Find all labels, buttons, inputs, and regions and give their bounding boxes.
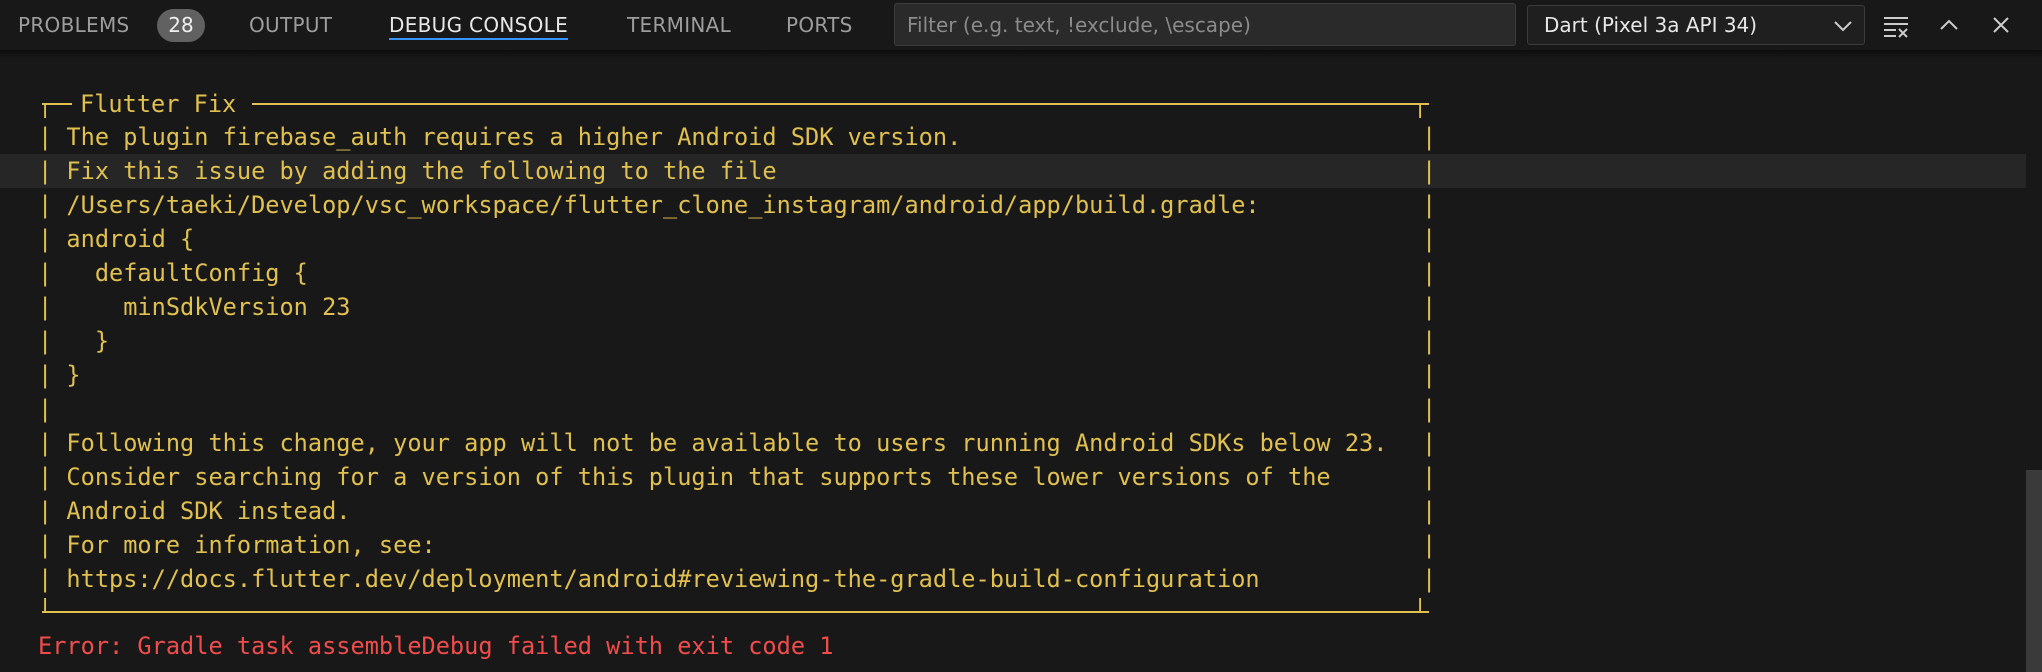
- box-corner-top-right: ┐: [1413, 90, 1428, 118]
- box-right-border: |: [1422, 327, 1437, 355]
- console-line-text: |: [38, 395, 53, 423]
- tab-problems[interactable]: PROBLEMS: [18, 0, 130, 50]
- debug-session-select[interactable]: Dart (Pixel 3a API 34): [1527, 5, 1865, 45]
- tab-debug-console[interactable]: DEBUG CONSOLE: [389, 0, 569, 50]
- console-line-text: | }: [38, 361, 81, 389]
- console-line: | https://docs.flutter.dev/deployment/an…: [0, 562, 2026, 596]
- console-line-text: | Fix this issue by adding the following…: [38, 157, 777, 185]
- box-right-border: |: [1422, 123, 1437, 151]
- console-line: | Following this change, your app will n…: [0, 426, 2026, 460]
- problems-count-badge: 28: [157, 9, 205, 42]
- box-right-border: |: [1422, 395, 1437, 423]
- box-corner-bottom-right: ┘: [1413, 598, 1428, 626]
- console-line-text: | Following this change, your app will n…: [38, 429, 1388, 457]
- console-line: | Consider searching for a version of th…: [0, 460, 2026, 494]
- console-line: | |: [0, 392, 2026, 426]
- console-line: | The plugin firebase_auth requires a hi…: [0, 120, 2026, 154]
- console-line-text: | The plugin firebase_auth requires a hi…: [38, 123, 962, 151]
- box-right-border: |: [1422, 293, 1437, 321]
- console-line: | minSdkVersion 23 |: [0, 290, 2026, 324]
- error-message: Error: Gradle task assembleDebug failed …: [38, 632, 834, 660]
- box-top-border-right: [252, 103, 1429, 105]
- debug-panel: PROBLEMS 28 OUTPUT DEBUG CONSOLE TERMINA…: [0, 0, 2042, 672]
- tab-output[interactable]: OUTPUT: [249, 0, 332, 50]
- box-right-border: |: [1422, 565, 1437, 593]
- console-line: | android { |: [0, 222, 2026, 256]
- chevron-down-icon: [1832, 15, 1854, 37]
- console-line-text: | defaultConfig {: [38, 259, 308, 287]
- box-title: Flutter Fix: [80, 90, 237, 118]
- box-right-border: |: [1422, 225, 1437, 253]
- debug-console-output[interactable]: ┌ ┐ Flutter Fix | The plugin firebase_au…: [0, 50, 2042, 672]
- console-line-text: | android {: [38, 225, 195, 253]
- box-right-border: |: [1422, 463, 1437, 491]
- box-right-border: |: [1422, 531, 1437, 559]
- console-line-text: | https://docs.flutter.dev/deployment/an…: [38, 565, 1260, 593]
- clear-console-icon[interactable]: [1881, 10, 1911, 40]
- box-right-border: |: [1422, 157, 1437, 185]
- tab-terminal[interactable]: TERMINAL: [627, 0, 731, 50]
- console-line: | Android SDK instead. |: [0, 494, 2026, 528]
- console-line-text: | Consider searching for a version of th…: [38, 463, 1331, 491]
- console-line-hovered: | Fix this issue by adding the following…: [0, 154, 2026, 188]
- console-line-text: | }: [38, 327, 110, 355]
- panel-tab-bar: PROBLEMS 28 OUTPUT DEBUG CONSOLE TERMINA…: [0, 0, 2042, 50]
- console-line-text: | minSdkVersion 23: [38, 293, 351, 321]
- console-filter-input[interactable]: [894, 3, 1516, 46]
- box-right-border: |: [1422, 191, 1437, 219]
- box-right-border: |: [1422, 497, 1437, 525]
- box-right-border: |: [1422, 361, 1437, 389]
- console-line: | defaultConfig { |: [0, 256, 2026, 290]
- box-right-border: |: [1422, 259, 1437, 287]
- box-right-border: |: [1422, 429, 1437, 457]
- console-line: | } |: [0, 358, 2026, 392]
- close-icon[interactable]: [1986, 10, 2016, 40]
- console-scrollbar[interactable]: [2026, 470, 2042, 672]
- console-line: | For more information, see: |: [0, 528, 2026, 562]
- console-line: | /Users/taeki/Develop/vsc_workspace/flu…: [0, 188, 2026, 222]
- tab-ports[interactable]: PORTS: [786, 0, 853, 50]
- chevron-up-icon[interactable]: [1934, 10, 1964, 40]
- console-line-text: | /Users/taeki/Develop/vsc_workspace/flu…: [38, 191, 1260, 219]
- console-line: | } |: [0, 324, 2026, 358]
- debug-session-label: Dart (Pixel 3a API 34): [1544, 13, 1758, 37]
- console-line-text: | For more information, see:: [38, 531, 436, 559]
- console-line-text: | Android SDK instead.: [38, 497, 351, 525]
- box-corner-top-left: ┌: [38, 90, 53, 118]
- box-bottom-border: [42, 611, 1429, 613]
